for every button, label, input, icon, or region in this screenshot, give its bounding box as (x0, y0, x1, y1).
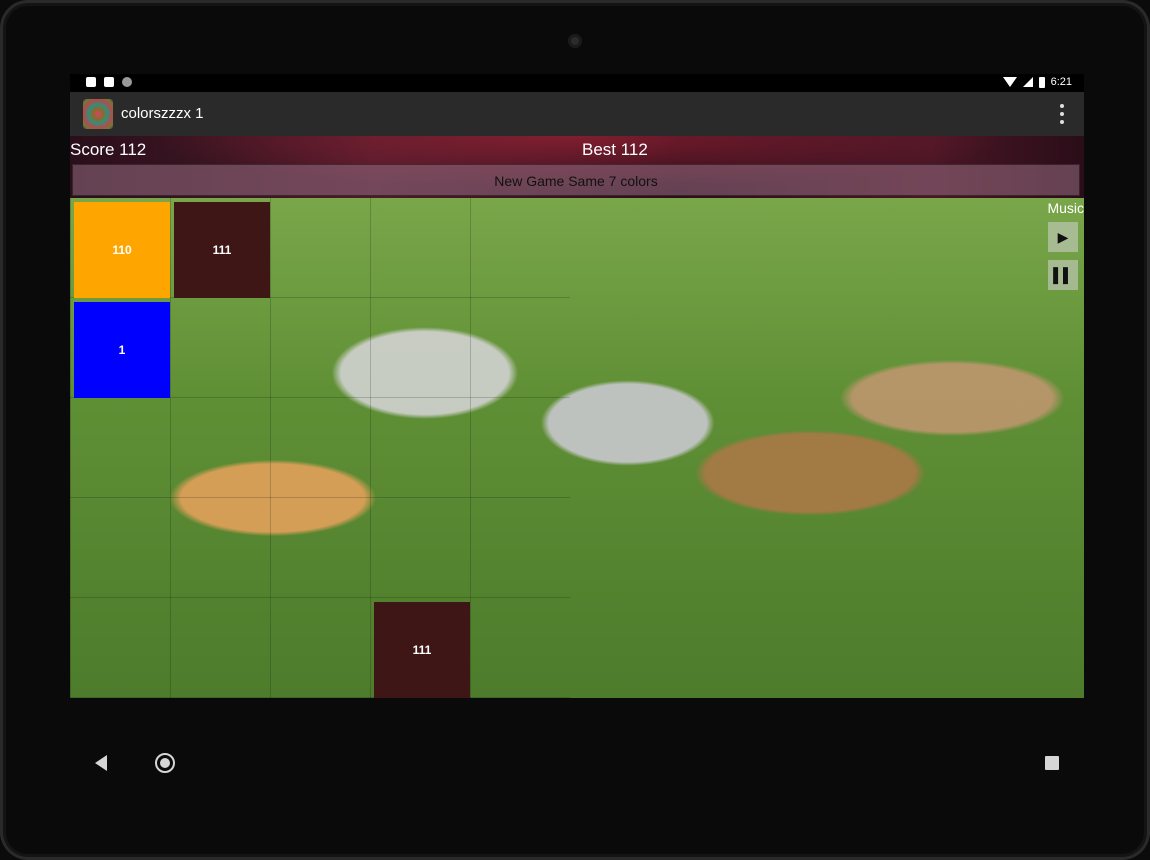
music-pause-button[interactable]: ▌▌ (1048, 260, 1078, 290)
overflow-dot-2 (1060, 112, 1064, 116)
recents-button-icon[interactable] (1045, 756, 1059, 770)
screen: 6:21 colorszzzx 1 Score 112 Best 112 New… (70, 74, 1084, 698)
back-button-icon[interactable] (95, 755, 107, 771)
overflow-menu-icon[interactable] (1060, 104, 1064, 124)
notification-icon (86, 77, 96, 87)
sd-card-icon (104, 77, 114, 87)
new-game-button[interactable]: New Game Same 7 colors (72, 164, 1080, 196)
score-label: Score 112 (70, 140, 147, 159)
game-board[interactable]: 110 111 1 111 Music ▶ ▌▌ (70, 198, 1084, 698)
sync-icon (122, 77, 132, 87)
wifi-icon (1002, 77, 1017, 87)
music-play-button[interactable]: ▶ (1048, 222, 1078, 252)
app-title: colorszzzx 1 (121, 105, 204, 122)
best-label: Best 112 (582, 140, 648, 159)
app-logo-icon (83, 99, 113, 129)
play-icon: ▶ (1057, 228, 1069, 245)
tile[interactable]: 111 (374, 602, 470, 698)
tablet-frame: 6:21 colorszzzx 1 Score 112 Best 112 New… (0, 0, 1150, 860)
front-camera (568, 34, 582, 48)
pause-icon: ▌▌ (1053, 267, 1073, 283)
tile[interactable]: 111 (174, 202, 270, 298)
music-label: Music (1047, 200, 1084, 216)
app-bar: colorszzzx 1 (70, 92, 1084, 136)
signal-icon (1022, 77, 1033, 87)
overflow-dot-3 (1060, 120, 1064, 124)
status-left-icons (86, 77, 132, 87)
tile[interactable]: 110 (74, 202, 170, 298)
status-right-icons: 6:21 (1002, 76, 1072, 88)
tile[interactable]: 1 (74, 302, 170, 398)
battery-icon (1038, 76, 1045, 88)
status-time: 6:21 (1050, 76, 1072, 88)
navigation-bar (70, 736, 1084, 792)
status-bar: 6:21 (70, 74, 1084, 92)
overflow-dot-1 (1060, 104, 1064, 108)
home-button-icon[interactable] (155, 753, 175, 773)
score-header: Score 112 Best 112 New Game Same 7 color… (70, 136, 1084, 198)
